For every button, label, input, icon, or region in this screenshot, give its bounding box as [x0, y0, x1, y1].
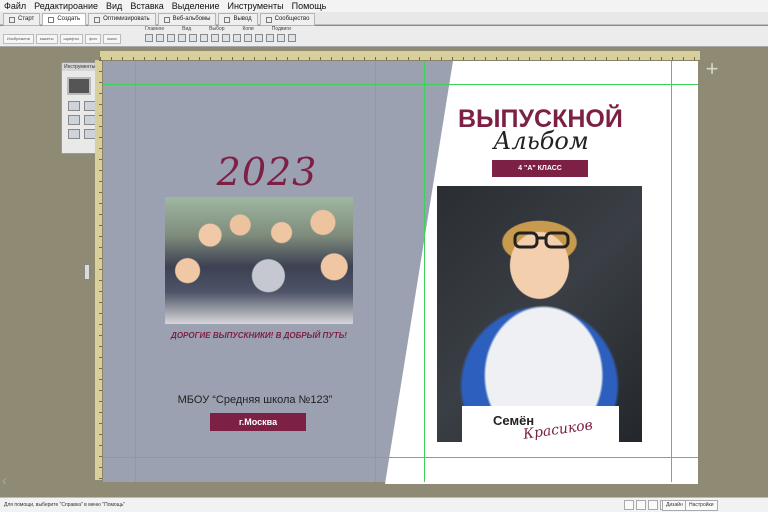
menu-bar: Файл Редактироание Вид Вставка Выделение…	[0, 0, 768, 12]
status-message: Для помощи, выберите "Справка" в меню "П…	[4, 502, 126, 508]
menu-file[interactable]: Файл	[4, 0, 26, 12]
group-photo[interactable]	[165, 197, 353, 324]
web-icon	[163, 16, 170, 23]
next-page-icon[interactable]	[648, 500, 658, 510]
menu-help[interactable]: Помощь	[292, 0, 327, 12]
grid-icon[interactable]	[156, 34, 164, 42]
image-icon[interactable]	[189, 34, 197, 42]
select-icon[interactable]	[244, 34, 252, 42]
guide-line[interactable]	[375, 61, 376, 482]
group-label-select: Выбор	[209, 26, 225, 32]
settings-icon[interactable]	[145, 34, 153, 42]
fonts-button[interactable]: шрифты	[59, 34, 84, 44]
guide-line[interactable]	[135, 61, 136, 482]
settings-view-button[interactable]: Настройки	[685, 500, 718, 511]
page-icon[interactable]	[167, 34, 175, 42]
start-icon	[9, 16, 15, 23]
school-name-text[interactable]: МБОУ “Средняя школа №123”	[150, 394, 360, 406]
previous-page-icon[interactable]: ‹	[2, 472, 7, 488]
create-icon	[48, 16, 55, 23]
status-bar: Для помощи, выберите "Справка" в меню "П…	[0, 497, 768, 512]
tab-label: Создать	[57, 16, 81, 22]
tab-label: Старт	[18, 16, 35, 22]
add-page-icon[interactable]: +	[703, 58, 721, 80]
tab-start[interactable]: Старт	[3, 13, 41, 26]
tab-label: Оптимизировать	[103, 16, 150, 22]
optimize-icon	[94, 16, 101, 23]
distribute-icon[interactable]	[277, 34, 285, 42]
menu-tools[interactable]: Инструменты	[227, 0, 283, 12]
toolbar-left-buttons: Изобрежени макеты шрифты фон эскиз	[3, 34, 121, 44]
photo-icon[interactable]	[222, 34, 230, 42]
palette-tools	[68, 101, 96, 139]
horizontal-ruler[interactable]	[100, 51, 700, 61]
vertical-ruler[interactable]	[95, 60, 103, 480]
menu-insert[interactable]: Вставка	[130, 0, 163, 12]
menu-edit[interactable]: Редактироание	[34, 0, 98, 12]
menu-view[interactable]: Вид	[106, 0, 122, 12]
sketch-button[interactable]: эскиз	[102, 34, 121, 44]
pointer-tool-icon[interactable]	[68, 101, 80, 111]
menu-selection[interactable]: Выделение	[172, 0, 220, 12]
mode-tabs: Старт Создать Оптимизировать Веб-альбомы…	[0, 12, 768, 26]
tab-community[interactable]: Сообщество	[259, 13, 316, 26]
output-icon	[224, 16, 231, 23]
toolbar-icons	[145, 34, 296, 42]
arrange-icon[interactable]	[266, 34, 274, 42]
guide-line[interactable]	[424, 61, 425, 482]
crop-tool-icon[interactable]	[68, 115, 80, 125]
undo-icon[interactable]	[211, 34, 219, 42]
tab-web-albums[interactable]: Веб-альбомы	[157, 13, 217, 26]
group-label-main: Главное	[145, 26, 165, 32]
toolbar: Главное Вид Выбор Копи Подвиги Изобрежен…	[0, 26, 768, 47]
layout-icon[interactable]	[200, 34, 208, 42]
help-icon[interactable]	[288, 34, 296, 42]
selection-preview[interactable]	[67, 77, 91, 95]
guide-line[interactable]	[671, 61, 672, 482]
frame-icon[interactable]	[233, 34, 241, 42]
glasses-shape	[513, 231, 570, 249]
class-badge[interactable]: 4 "А" КЛАСС	[492, 160, 588, 177]
city-badge[interactable]: г.Москва	[210, 413, 306, 431]
tab-label: Сообщество	[274, 16, 310, 22]
toolbar-group-labels: Главное Вид Выбор Копи Подвиги	[145, 26, 291, 33]
group-label-copy: Копи	[242, 26, 254, 32]
tab-create[interactable]: Создать	[42, 13, 87, 26]
first-page-icon[interactable]	[624, 500, 634, 510]
community-icon	[265, 16, 272, 23]
year-text[interactable]: 2023	[187, 150, 347, 194]
tab-label: Вывод	[233, 16, 252, 22]
tab-output[interactable]: Вывод	[218, 13, 258, 26]
group-label-extra: Подвиги	[271, 26, 291, 32]
group-label-view: Вид	[182, 26, 192, 32]
tab-label: Веб-альбомы	[172, 16, 211, 22]
splitter-handle[interactable]	[84, 264, 90, 280]
layouts-button[interactable]: макеты	[35, 34, 58, 44]
copy-icon[interactable]	[178, 34, 186, 42]
guide-line[interactable]	[103, 457, 698, 458]
album-subtitle[interactable]: Альбом	[476, 127, 606, 155]
tab-optimize[interactable]: Оптимизировать	[88, 13, 156, 26]
palette-title: Инструменты	[62, 63, 98, 71]
slogan-text[interactable]: ДОРОГИЕ ВЫПУСКНИКИ! В ДОБРЫЙ ПУТЬ!	[165, 331, 353, 340]
background-button[interactable]: фон	[85, 34, 101, 44]
prev-page-icon[interactable]	[636, 500, 646, 510]
guide-line[interactable]	[103, 84, 698, 85]
align-icon[interactable]	[255, 34, 263, 42]
student-portrait[interactable]	[437, 186, 642, 442]
design-view-button[interactable]: Дизайн	[662, 500, 687, 511]
text-tool-icon[interactable]	[68, 129, 80, 139]
tool-palette: Инструменты	[61, 62, 99, 154]
images-button[interactable]: Изобрежени	[3, 34, 34, 44]
